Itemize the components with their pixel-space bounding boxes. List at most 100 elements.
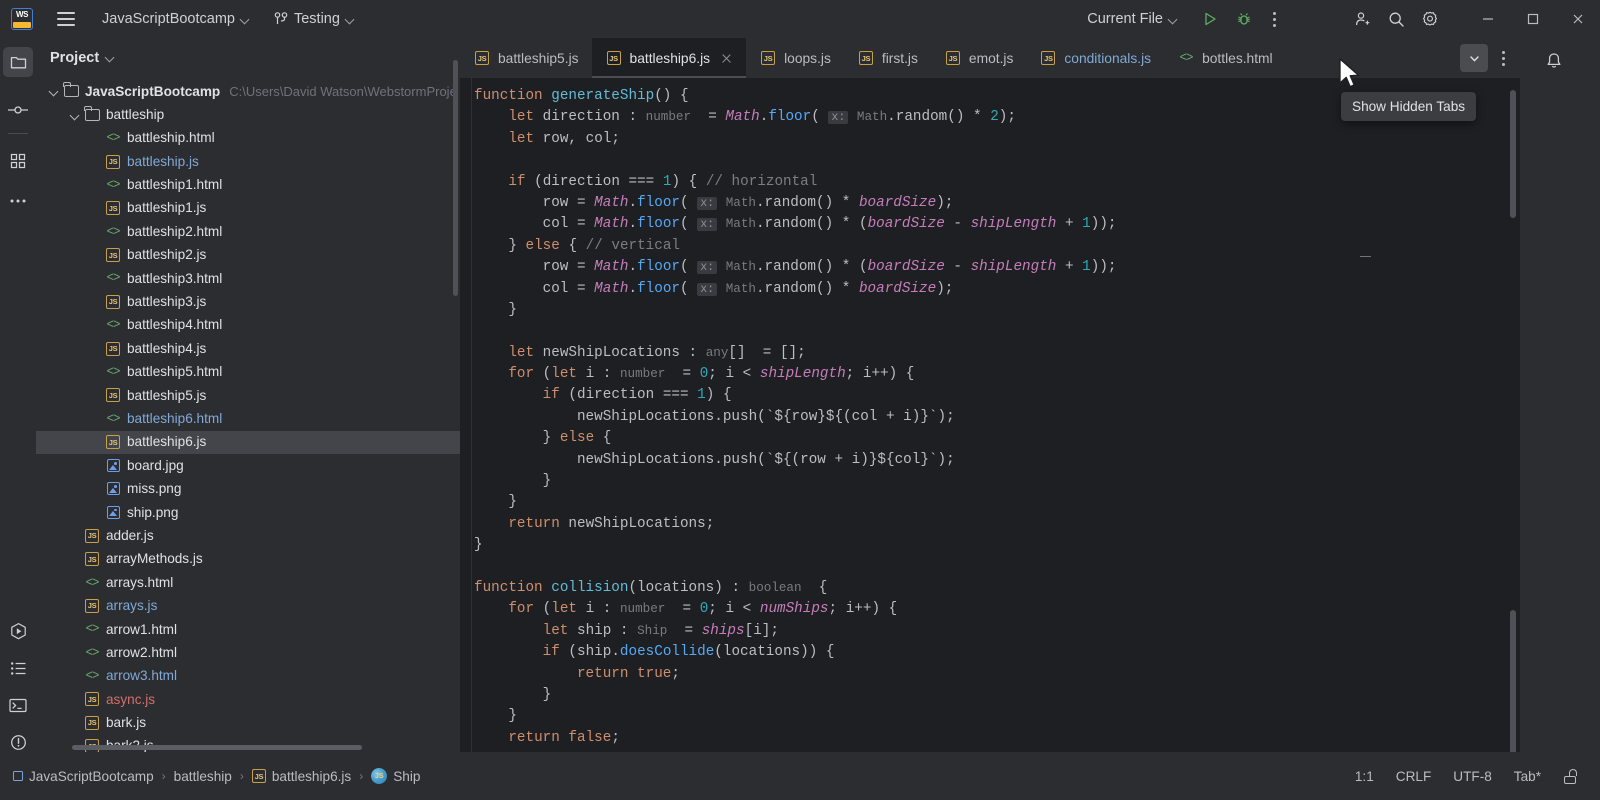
project-selector[interactable]: JavaScriptBootcamp xyxy=(93,6,259,32)
code-line[interactable]: return false; xyxy=(474,728,1520,749)
editor-tab-first-js[interactable]: JS first.js xyxy=(844,38,931,78)
breadcrumb-item-battleship6-js[interactable]: JS battleship6.js xyxy=(251,769,351,784)
sidebar-item-terminal[interactable] xyxy=(3,690,33,720)
code-line[interactable]: for (let i : number = 0; i < shipLength;… xyxy=(474,364,1520,385)
indent-setting[interactable]: Tab* xyxy=(1514,769,1541,784)
code-line[interactable]: if (direction === 1) { // horizontal xyxy=(474,172,1520,193)
branch-selector[interactable]: Testing xyxy=(265,6,364,32)
code-line[interactable]: return true; xyxy=(474,664,1520,685)
code-content[interactable]: function generateShip() { let direction … xyxy=(474,86,1520,749)
tree-item-battleship3-html[interactable]: <> battleship3.html xyxy=(36,267,460,290)
tree-item-javascriptbootcamp[interactable]: JavaScriptBootcamp C:\Users\David Watson\… xyxy=(36,80,460,103)
editor-scroll-thumb[interactable] xyxy=(1510,610,1516,752)
tree-item-adder-js[interactable]: JS adder.js xyxy=(36,524,460,547)
code-line[interactable]: } else { // vertical xyxy=(474,236,1520,257)
notifications-button[interactable] xyxy=(1538,46,1570,76)
code-line[interactable] xyxy=(474,321,1520,342)
more-run-options-button[interactable] xyxy=(1261,4,1287,34)
maximize-button[interactable] xyxy=(1510,0,1555,38)
code-line[interactable]: let row, col; xyxy=(474,129,1520,150)
debug-button[interactable] xyxy=(1227,4,1261,34)
code-line[interactable] xyxy=(474,150,1520,171)
chevron-down-icon[interactable] xyxy=(67,107,83,123)
code-line[interactable]: return newShipLocations; xyxy=(474,514,1520,535)
unlocked-icon[interactable] xyxy=(1563,768,1578,784)
code-line[interactable]: } xyxy=(474,535,1520,556)
tree-item-arrow1-html[interactable]: <> arrow1.html xyxy=(36,618,460,641)
run-configuration-selector[interactable]: Current File xyxy=(1078,6,1187,32)
show-hidden-tabs-button[interactable] xyxy=(1460,44,1488,72)
project-panel-title-button[interactable]: Project xyxy=(50,50,115,66)
project-file-tree[interactable]: JavaScriptBootcamp C:\Users\David Watson\… xyxy=(36,78,460,752)
code-line[interactable]: } else { xyxy=(474,428,1520,449)
tree-item-battleship-js[interactable]: JS battleship.js xyxy=(36,150,460,173)
tree-item-battleship4-html[interactable]: <> battleship4.html xyxy=(36,314,460,337)
minimize-button[interactable] xyxy=(1465,0,1510,38)
run-button[interactable] xyxy=(1193,4,1227,34)
code-line[interactable]: } xyxy=(474,492,1520,513)
tree-item-async-js[interactable]: JS async.js xyxy=(36,688,460,711)
editor-gutter[interactable] xyxy=(460,78,472,752)
tree-item-arrow2-html[interactable]: <> arrow2.html xyxy=(36,641,460,664)
sidebar-item-run[interactable] xyxy=(3,616,33,646)
editor-tab-battleship5-js[interactable]: JS battleship5.js xyxy=(460,38,592,78)
breadcrumb-item-ship[interactable]: JS Ship xyxy=(371,768,420,784)
settings-button[interactable] xyxy=(1413,4,1447,34)
tree-item-battleship[interactable]: battleship xyxy=(36,103,460,126)
tree-item-ship-png[interactable]: ship.png xyxy=(36,501,460,524)
editor-tab-emot-js[interactable]: JS emot.js xyxy=(931,38,1026,78)
tree-item-arrow3-html[interactable]: <> arrow3.html xyxy=(36,664,460,687)
code-line[interactable]: newShipLocations.push(`${(row + i)}${col… xyxy=(474,450,1520,471)
code-line[interactable] xyxy=(474,557,1520,578)
editor-tab-bottles-html[interactable]: <> bottles.html xyxy=(1164,38,1286,78)
code-line[interactable]: let newShipLocations : any[] = []; xyxy=(474,343,1520,364)
sidebar-item-todo[interactable] xyxy=(3,653,33,683)
tab-options-button[interactable] xyxy=(1490,44,1516,72)
code-line[interactable]: col = Math.floor( x: Math.random() * boa… xyxy=(474,279,1520,300)
file-encoding[interactable]: UTF-8 xyxy=(1453,769,1492,784)
close-tab-icon[interactable] xyxy=(720,52,733,65)
tree-item-battleship6-html[interactable]: <> battleship6.html xyxy=(36,407,460,430)
tree-item-arraymethods-js[interactable]: JS arrayMethods.js xyxy=(36,547,460,570)
line-separator[interactable]: CRLF xyxy=(1396,769,1432,784)
project-tree-vertical-scrollbar[interactable] xyxy=(453,60,458,296)
tree-item-bark-js[interactable]: JS bark.js xyxy=(36,711,460,734)
tree-item-battleship-html[interactable]: <> battleship.html xyxy=(36,126,460,149)
tree-item-battleship5-js[interactable]: JS battleship5.js xyxy=(36,384,460,407)
code-line[interactable]: if (direction === 1) { xyxy=(474,385,1520,406)
code-line[interactable]: row = Math.floor( x: Math.random() * boa… xyxy=(474,193,1520,214)
editor-vertical-scrollbar[interactable] xyxy=(1510,90,1516,218)
tree-item-battleship5-html[interactable]: <> battleship5.html xyxy=(36,360,460,383)
breadcrumb-item-javascriptbootcamp[interactable]: JavaScriptBootcamp xyxy=(13,769,154,784)
chevron-down-icon[interactable] xyxy=(46,83,62,99)
search-everywhere-button[interactable] xyxy=(1379,4,1413,34)
sidebar-item-structure[interactable] xyxy=(3,146,33,176)
code-with-me-button[interactable] xyxy=(1345,4,1379,34)
tree-item-miss-png[interactable]: miss.png xyxy=(36,477,460,500)
tree-item-battleship2-js[interactable]: JS battleship2.js xyxy=(36,243,460,266)
close-window-button[interactable] xyxy=(1555,0,1600,38)
sidebar-item-commit[interactable] xyxy=(3,95,33,125)
tree-item-battleship3-js[interactable]: JS battleship3.js xyxy=(36,290,460,313)
breadcrumb-item-battleship[interactable]: battleship xyxy=(174,769,232,784)
code-line[interactable]: row = Math.floor( x: Math.random() * (bo… xyxy=(474,257,1520,278)
editor-tab-battleship6-js[interactable]: JS battleship6.js xyxy=(591,38,747,78)
code-line[interactable]: if (ship.doesCollide(locations)) { xyxy=(474,642,1520,663)
project-tree-horizontal-scrollbar[interactable] xyxy=(72,745,362,750)
code-line[interactable]: } xyxy=(474,706,1520,727)
sidebar-item-project[interactable] xyxy=(3,47,33,77)
code-editor[interactable]: function generateShip() { let direction … xyxy=(460,78,1520,752)
code-line[interactable]: newShipLocations.push(`${row}${(col + i)… xyxy=(474,407,1520,428)
tree-item-battleship4-js[interactable]: JS battleship4.js xyxy=(36,337,460,360)
code-line[interactable]: col = Math.floor( x: Math.random() * (bo… xyxy=(474,214,1520,235)
code-line[interactable]: let ship : Ship = ships[i]; xyxy=(474,621,1520,642)
tree-item-battleship1-html[interactable]: <> battleship1.html xyxy=(36,173,460,196)
tree-item-board-jpg[interactable]: board.jpg xyxy=(36,454,460,477)
code-line[interactable]: } xyxy=(474,300,1520,321)
editor-tab-loops-js[interactable]: JS loops.js xyxy=(746,38,844,78)
code-line[interactable]: } xyxy=(474,685,1520,706)
code-line[interactable]: for (let i : number = 0; i < numShips; i… xyxy=(474,599,1520,620)
caret-position[interactable]: 1:1 xyxy=(1355,769,1374,784)
tree-item-battleship1-js[interactable]: JS battleship1.js xyxy=(36,197,460,220)
code-line[interactable]: } xyxy=(474,471,1520,492)
